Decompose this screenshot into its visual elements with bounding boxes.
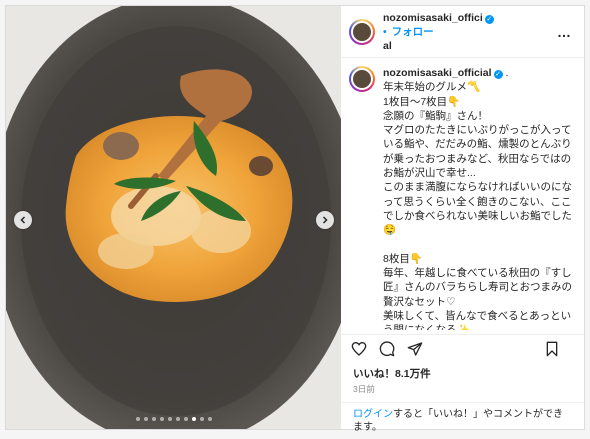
action-bar: [341, 334, 584, 362]
caption: nozomisasaki_official ✓ . 年末年始のグルメ〽️ 1枚目〜7…: [349, 66, 581, 330]
carousel-dot: [183, 417, 188, 421]
instagram-embed: nozomisasaki_offici ✓ • フォロー al … nozomis…: [5, 5, 585, 433]
verified-badge-icon: ✓: [493, 70, 503, 79]
previous-image-button[interactable]: [14, 211, 32, 229]
comment-icon[interactable]: [379, 340, 395, 357]
food-photo: [6, 6, 341, 429]
heart-icon[interactable]: [351, 341, 367, 357]
verified-badge-icon: ✓: [484, 14, 494, 24]
login-prompt: ログインすると「いいね！」やコメントができます。: [341, 402, 584, 439]
post-header: nozomisasaki_offici ✓ • フォロー al …: [341, 6, 584, 58]
caption-avatar[interactable]: [349, 66, 375, 92]
carousel-dot: [143, 417, 148, 421]
caption-line: [383, 238, 579, 252]
post-sidebar: nozomisasaki_offici ✓ • フォロー al … nozomis…: [341, 6, 584, 433]
carousel-dot: [175, 417, 180, 421]
carousel-indicator: [6, 417, 341, 421]
follow-button[interactable]: フォロー: [392, 26, 434, 38]
carousel-dot: [199, 417, 204, 421]
carousel-dot: [191, 417, 196, 421]
carousel-dot: [151, 417, 156, 421]
caption-line: 1枚目〜7枚目👇: [383, 95, 461, 108]
carousel-dot: [207, 417, 212, 421]
caption-line: 毎年、年越しに食べている秋田の『すし匠』さんのバラちらし寿司とおつまみの贅沢なセ…: [383, 267, 572, 308]
caption-line: このまま満腹にならなければいいのになって思うくらい全く飽きのこない、ここでしか食…: [383, 181, 572, 237]
chevron-right-icon: [322, 216, 328, 224]
follow-link-sep: •: [383, 25, 390, 38]
bookmark-icon[interactable]: [544, 341, 560, 357]
caption-line: 念願の『鮨駒』さん！: [383, 109, 488, 122]
carousel-dot: [135, 417, 140, 421]
share-icon[interactable]: [407, 341, 423, 357]
username-link[interactable]: nozomisasaki_offici ✓ • フォロー al: [383, 11, 501, 53]
carousel-dot: [167, 417, 172, 421]
caption-username[interactable]: nozomisasaki_official: [383, 67, 492, 79]
caption-line: 8枚目👇: [383, 252, 423, 265]
caption-line: 年末年始のグルメ〽️: [383, 81, 481, 94]
avatar[interactable]: [349, 18, 375, 45]
caption-body: nozomisasaki_official ✓ . 年末年始のグルメ〽️ 1枚目〜7…: [383, 66, 579, 330]
chevron-left-icon: [20, 216, 26, 224]
more-options-icon[interactable]: …: [557, 24, 572, 40]
like-count[interactable]: いいね！8.1万件: [353, 366, 431, 381]
caption-line: 美味しくて、皆んなで食べるとあっという間になくなる✨: [383, 310, 572, 330]
caption-line: マグロのたたきにいぶりがっこが入っている鮨や、だだみの鮨、燻製のとんぶりが乗った…: [383, 124, 572, 180]
carousel-dot: [159, 417, 164, 421]
next-image-button[interactable]: [316, 211, 334, 229]
caption-text: 年末年始のグルメ〽️ 1枚目〜7枚目👇 念願の『鮨駒』さん！ マグロのたたきにいぶりが…: [383, 80, 579, 330]
login-link[interactable]: ログイン: [353, 409, 393, 420]
post-time[interactable]: 3日前: [353, 383, 375, 395]
post-media[interactable]: [6, 6, 341, 429]
